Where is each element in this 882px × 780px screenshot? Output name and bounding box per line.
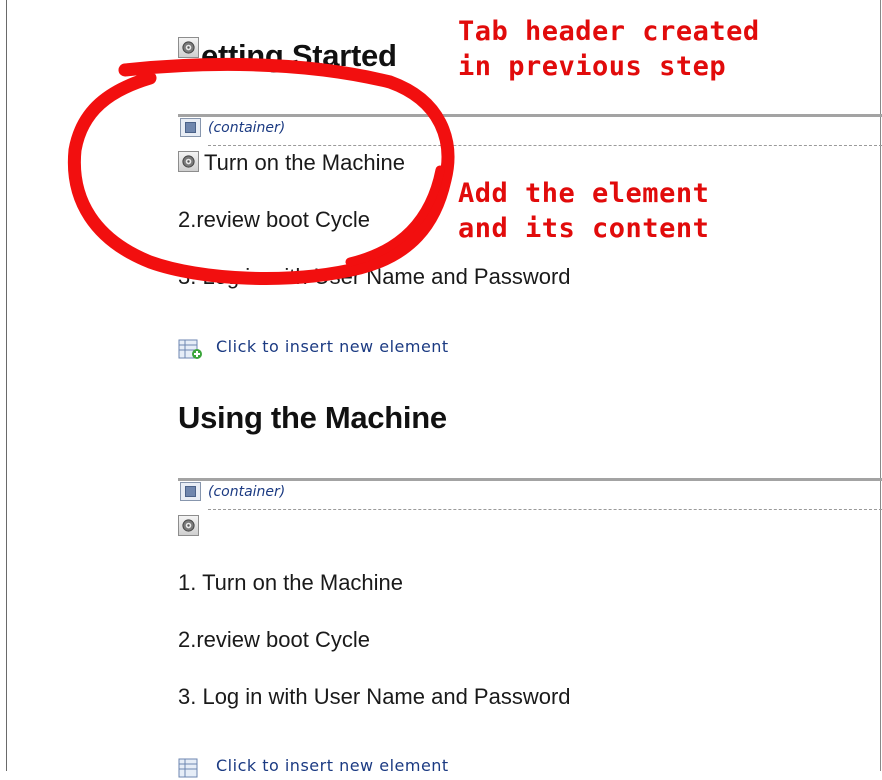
container-label: (container)	[208, 484, 286, 500]
list-item: 1. Turn on the Machine	[178, 570, 404, 595]
container-bar: (container)	[178, 478, 882, 512]
container-bar: (container)	[178, 114, 882, 148]
insert-element-icon	[178, 758, 198, 778]
window-left-border	[6, 0, 7, 771]
container-dashed-border	[208, 145, 882, 146]
annotation-line: in previous step	[458, 51, 727, 82]
list-item: 3. Log in with User Name and Password	[178, 684, 571, 709]
container-dashed-border	[208, 509, 882, 510]
gear-icon[interactable]	[178, 37, 199, 58]
container-top-border	[178, 114, 882, 117]
annotation-add-element: Add the element and its content	[458, 176, 709, 246]
annotation-line: Add the element	[458, 178, 710, 209]
list-item: Turn on the Machine	[204, 150, 405, 175]
tab-header-title: etting Started	[201, 38, 397, 73]
annotation-tab-header: Tab header created in previous step	[458, 14, 760, 84]
insert-element-label[interactable]: Click to insert new element	[216, 337, 449, 356]
container-icon[interactable]	[180, 482, 201, 501]
insert-element-icon	[178, 339, 202, 359]
list-item: 2.review boot Cycle	[178, 207, 370, 232]
annotation-line: and its content	[458, 213, 710, 244]
list-item: 3. Log in with User Name and Password	[178, 264, 571, 289]
container-label: (container)	[208, 120, 286, 136]
container-icon[interactable]	[180, 118, 201, 137]
list-item: 2.review boot Cycle	[178, 627, 370, 652]
container-top-border	[178, 478, 882, 481]
insert-element-label[interactable]: Click to insert new element	[216, 756, 449, 775]
gear-icon[interactable]	[178, 151, 199, 172]
section-title: Using the Machine	[178, 400, 447, 435]
gear-icon[interactable]	[178, 515, 199, 536]
annotation-line: Tab header created	[458, 16, 760, 47]
